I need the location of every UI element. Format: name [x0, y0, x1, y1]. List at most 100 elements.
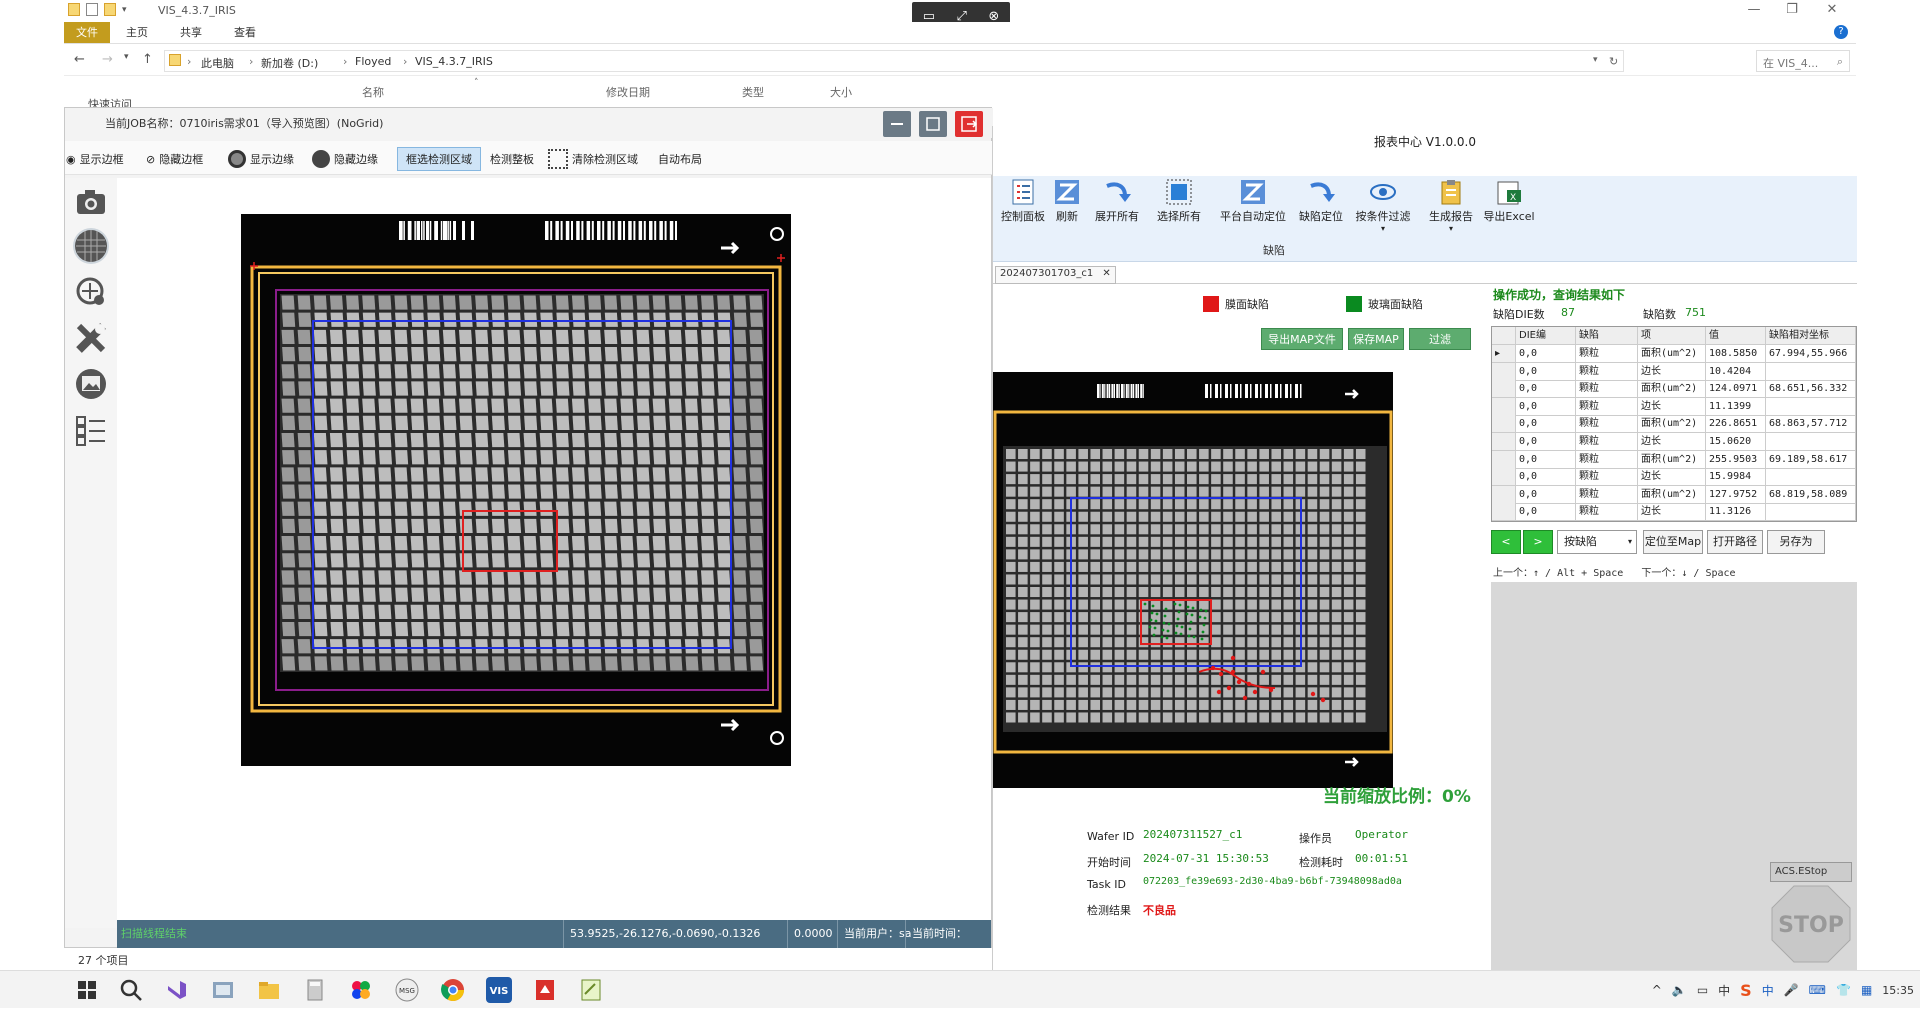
calculator-icon[interactable]	[302, 977, 328, 1003]
recent-icon[interactable]: ▾	[124, 52, 129, 62]
table-cell[interactable]: 颗粒	[1576, 380, 1638, 399]
table-cell[interactable]: 面积(um^2)	[1638, 415, 1706, 434]
column-size[interactable]: 大小	[830, 84, 852, 100]
generate-report-button[interactable]: 生成报告 ▾	[1423, 178, 1479, 233]
table-cell[interactable]: 68.651,56.332	[1766, 380, 1856, 399]
help-icon[interactable]: ?	[1834, 25, 1848, 39]
mic-icon[interactable]: 🎤	[1784, 983, 1799, 997]
tab-home[interactable]: 主页	[114, 22, 160, 43]
table-cell[interactable]: 10.4204	[1706, 362, 1766, 381]
restore-icon[interactable]: ❐	[1772, 0, 1812, 22]
table-cell[interactable]: 108.5850	[1706, 345, 1766, 363]
table-cell[interactable]: 颗粒	[1576, 362, 1638, 381]
save-as-button[interactable]: 另存为	[1767, 530, 1825, 554]
file-explorer-icon[interactable]	[256, 977, 282, 1003]
control-panel-button[interactable]: 控制面板	[995, 178, 1051, 224]
table-cell[interactable]: 0,0	[1516, 450, 1576, 469]
save-map-button[interactable]: 保存MAP	[1348, 328, 1404, 350]
show-border-button[interactable]: ◉ 显示边框	[63, 147, 127, 171]
maximize-button[interactable]	[919, 111, 947, 137]
tab-view[interactable]: 查看	[222, 22, 268, 43]
table-cell[interactable]	[1766, 503, 1856, 522]
chevron-down-icon[interactable]: ▾	[1593, 55, 1598, 65]
export-map-button[interactable]: 导出MAP文件	[1261, 328, 1343, 350]
table-cell[interactable]: 69.189,58.617	[1766, 450, 1856, 469]
close-icon[interactable]: ✕	[1812, 0, 1852, 22]
breadcrumb-this-pc[interactable]: 此电脑	[201, 55, 234, 71]
filter-button[interactable]: 过滤	[1409, 328, 1471, 350]
table-header[interactable]: 值	[1706, 327, 1766, 345]
inspect-board-button[interactable]: 检测整板	[487, 147, 537, 171]
table-cell[interactable]	[1766, 397, 1856, 416]
camera-icon[interactable]	[73, 184, 109, 220]
stop-button[interactable]: STOP	[1770, 884, 1852, 964]
select-all-button[interactable]: 选择所有	[1151, 178, 1207, 224]
refresh-icon[interactable]: ↻	[1609, 55, 1618, 68]
volume-icon[interactable]: 🔈	[1672, 983, 1687, 997]
search-input[interactable]: 在 VIS_4... ⌕	[1756, 50, 1850, 72]
network-tray-icon[interactable]: ▭	[1697, 983, 1708, 997]
table-cell[interactable]: 面积(um^2)	[1638, 450, 1706, 469]
app-icon[interactable]	[348, 977, 374, 1003]
next-button[interactable]: >	[1523, 530, 1553, 554]
row-selector[interactable]	[1492, 380, 1516, 399]
table-header[interactable]: 缺陷相对坐标	[1766, 327, 1856, 345]
windows-start-icon[interactable]	[74, 977, 100, 1003]
prev-button[interactable]: <	[1491, 530, 1521, 554]
chrome-icon[interactable]	[440, 977, 466, 1003]
forward-icon[interactable]: →	[102, 52, 113, 67]
wafer-preview-area[interactable]	[117, 178, 991, 926]
wafer-preview-image[interactable]	[117, 178, 991, 920]
table-header[interactable]: DIE编	[1516, 327, 1576, 345]
table-cell[interactable]: 颗粒	[1576, 345, 1638, 363]
tab-share[interactable]: 共享	[168, 22, 214, 43]
row-selector[interactable]: ▸	[1492, 345, 1516, 363]
table-cell[interactable]: 0,0	[1516, 380, 1576, 399]
breadcrumb-vis[interactable]: VIS_4.3.7_IRIS	[415, 55, 493, 68]
back-icon[interactable]: ←	[74, 52, 85, 67]
row-selector[interactable]	[1492, 433, 1516, 451]
table-cell[interactable]: 0,0	[1516, 345, 1576, 363]
search-icon[interactable]	[118, 977, 144, 1003]
locate-map-button[interactable]: 定位至Map	[1643, 530, 1703, 554]
grid-icon[interactable]: ▦	[1861, 983, 1872, 997]
table-cell[interactable]: 0,0	[1516, 397, 1576, 416]
table-cell[interactable]: 面积(um^2)	[1638, 380, 1706, 399]
image-viewer-icon[interactable]	[210, 977, 236, 1003]
wafer-icon[interactable]	[73, 228, 109, 264]
row-selector[interactable]	[1492, 362, 1516, 381]
table-header[interactable]: 项	[1638, 327, 1706, 345]
ime-mode[interactable]: 中	[1762, 982, 1774, 999]
table-cell[interactable]: 边长	[1638, 468, 1706, 487]
table-cell[interactable]: 255.9503	[1706, 450, 1766, 469]
table-cell[interactable]: 边长	[1638, 397, 1706, 416]
row-selector[interactable]	[1492, 415, 1516, 434]
checklist-icon[interactable]	[73, 412, 109, 448]
filter-by-condition-button[interactable]: 按条件过滤 ▾	[1347, 178, 1419, 233]
close-icon[interactable]: ✕	[1102, 268, 1110, 279]
expand-all-button[interactable]: 展开所有	[1089, 178, 1145, 224]
table-cell[interactable]: 边长	[1638, 503, 1706, 522]
column-date[interactable]: 修改日期	[606, 84, 650, 100]
show-edge-button[interactable]: 显示边缘	[225, 147, 297, 171]
table-cell[interactable]: 226.8651	[1706, 415, 1766, 434]
up-icon[interactable]: ↑	[142, 52, 153, 67]
table-cell[interactable]: 0,0	[1516, 468, 1576, 487]
table-cell[interactable]: 11.1399	[1706, 397, 1766, 416]
defect-table[interactable]: DIE编 缺陷项值缺陷相对坐标 ▸ 0,0 颗粒 面积(um^2) 108.5850 67.9…	[1491, 326, 1857, 522]
auto-locate-button[interactable]: 平台自动定位	[1215, 178, 1291, 224]
defect-map-image[interactable]	[993, 372, 1393, 800]
clock[interactable]: 15:35	[1882, 984, 1914, 997]
tools-icon[interactable]	[73, 320, 109, 356]
tab-file[interactable]: 文件	[64, 22, 110, 43]
msg-icon[interactable]: MSG	[394, 977, 420, 1003]
table-cell[interactable]: 颗粒	[1576, 415, 1638, 434]
table-cell[interactable]: 15.0620	[1706, 433, 1766, 451]
table-cell[interactable]: 0,0	[1516, 433, 1576, 451]
table-cell[interactable]: 127.9752	[1706, 485, 1766, 504]
table-cell[interactable]: 124.0971	[1706, 380, 1766, 399]
keyboard-icon[interactable]: ⌨	[1809, 983, 1826, 997]
row-selector[interactable]	[1492, 397, 1516, 416]
minimize-button[interactable]	[883, 111, 911, 137]
table-header[interactable]: 缺陷	[1576, 327, 1638, 345]
